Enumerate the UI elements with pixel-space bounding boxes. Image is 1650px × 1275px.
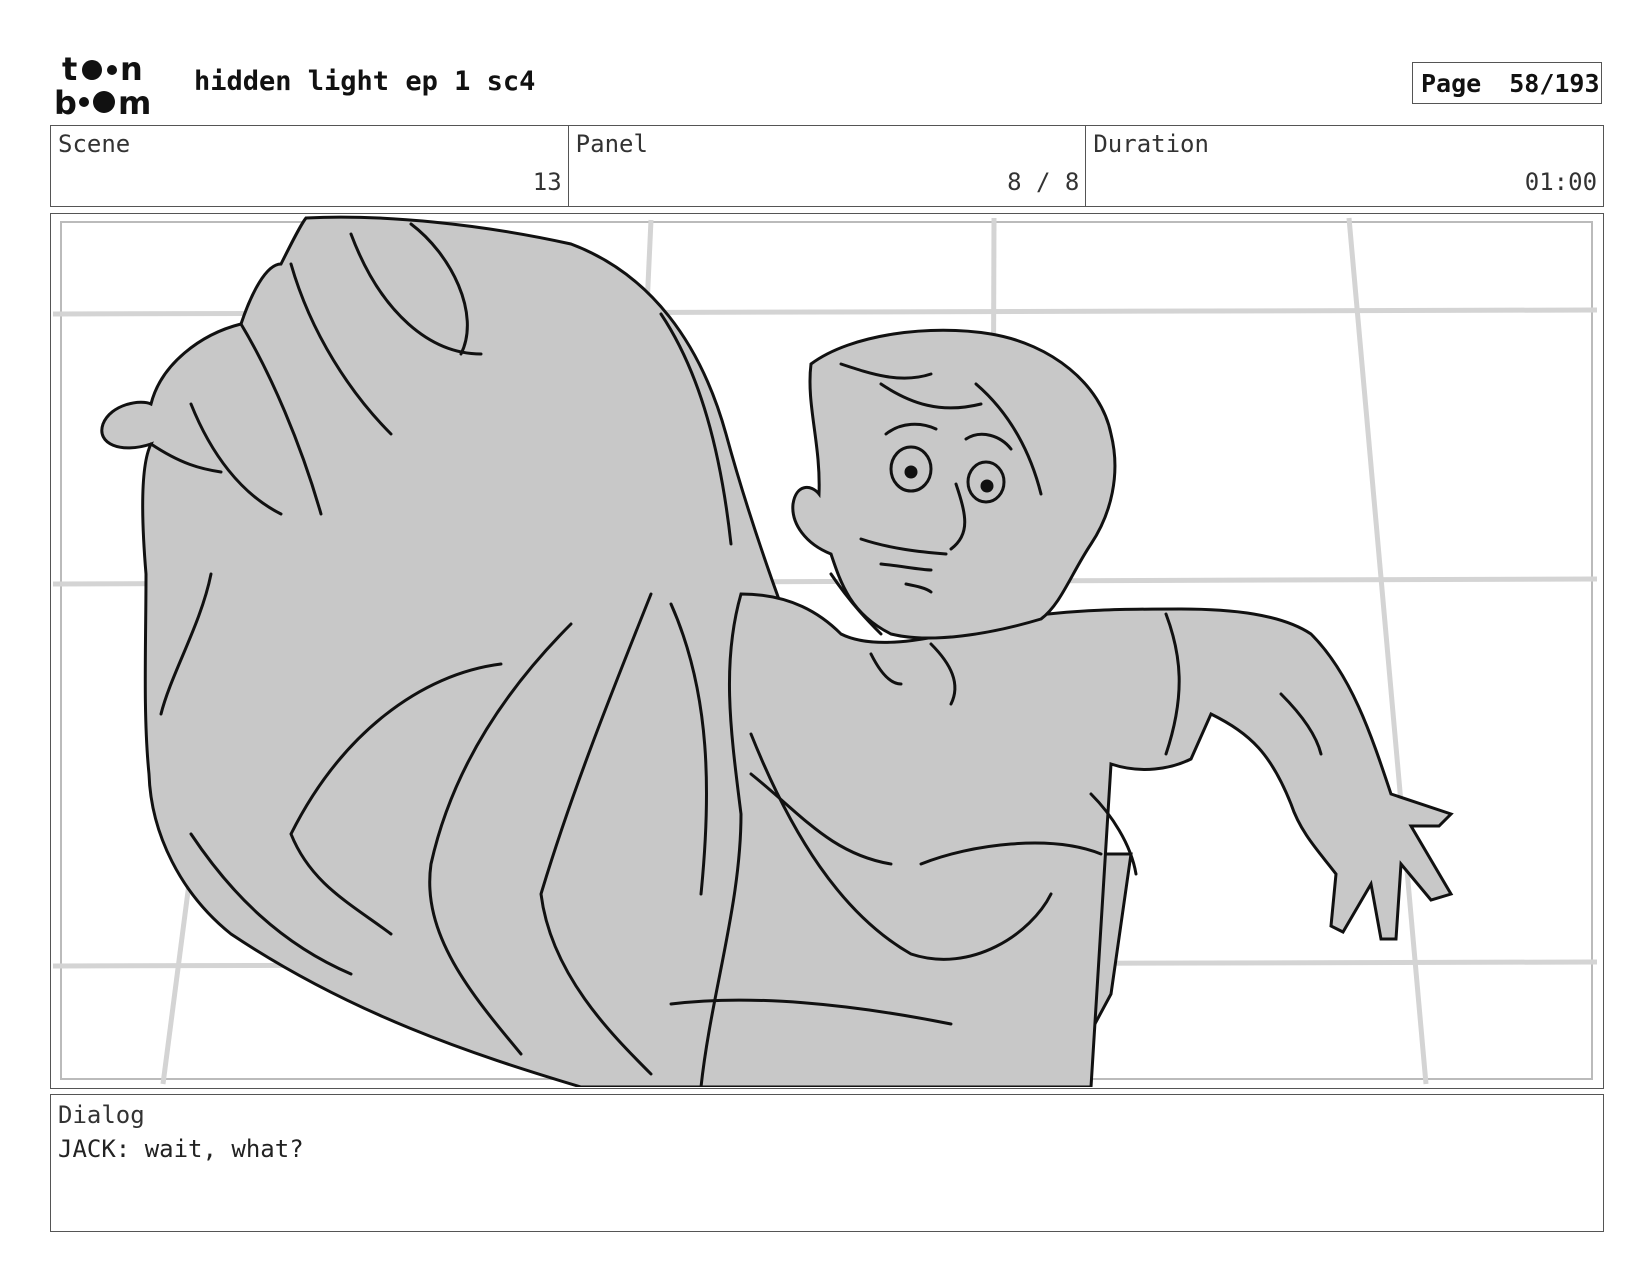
panel-label: Panel — [575, 130, 648, 158]
panel-info-row: Scene 13 Panel 8 / 8 Duration 01:00 — [50, 125, 1604, 207]
panel-cell: Panel 8 / 8 — [569, 126, 1087, 206]
dialog-label: Dialog — [58, 1101, 145, 1129]
scene-value: 13 — [532, 168, 562, 196]
dialog-text: JACK: wait, what? — [58, 1135, 304, 1163]
page-indicator: Page 58/193 — [1412, 62, 1602, 104]
panel-value: 8 / 8 — [1007, 168, 1080, 196]
page-number: 58/193 — [1509, 68, 1600, 98]
panel-drawing — [52, 215, 1598, 1087]
svg-text:t: t — [62, 52, 77, 88]
duration-label: Duration — [1093, 130, 1209, 158]
jack-body-fill — [699, 592, 1454, 1087]
duration-value: 01:00 — [1524, 168, 1598, 196]
scene-cell: Scene 13 — [51, 126, 569, 206]
toon-boom-logo: t n b m — [54, 52, 172, 118]
jack-head-fill — [791, 328, 1117, 640]
svg-text:m: m — [118, 84, 151, 118]
svg-text:n: n — [120, 52, 143, 88]
svg-text:b: b — [54, 84, 77, 118]
page-label: Page — [1421, 68, 1482, 98]
duration-cell: Duration 01:00 — [1086, 126, 1603, 206]
dialog-box: Dialog JACK: wait, what? — [50, 1094, 1604, 1232]
storyboard-title: hidden light ep 1 sc4 — [194, 66, 536, 97]
storyboard-panel — [50, 213, 1604, 1089]
scene-label: Scene — [58, 130, 131, 158]
